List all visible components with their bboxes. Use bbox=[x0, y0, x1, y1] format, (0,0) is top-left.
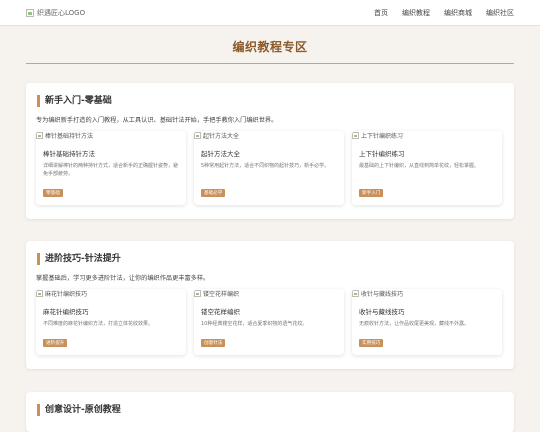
site-logo[interactable]: 织遇匠心LOGO bbox=[26, 8, 85, 18]
card-description: 最基础的上下针编织，从直线到简单花纹，轻松掌握。 bbox=[359, 163, 480, 169]
broken-image-icon bbox=[36, 132, 43, 139]
nav-item-community[interactable]: 编织社区 bbox=[486, 8, 514, 18]
card-description: 不同难度的麻花针编织方法，打造立体花纹效果。 bbox=[43, 321, 154, 327]
card-title[interactable]: 起针方法大全 bbox=[201, 148, 240, 158]
card-title[interactable]: 上下针编织练习 bbox=[359, 148, 405, 158]
tutorial-card[interactable]: 镂空花样编织 镂空花样编织 10种经典镂空花样，适合夏季织物的透气花纹。 创意针… bbox=[194, 289, 344, 355]
card-image: 镂空花样编织 bbox=[194, 289, 239, 298]
tutorial-card[interactable]: 上下针编织练习 上下针编织练习 最基础的上下针编织，从直线到简单花纹，轻松掌握。… bbox=[352, 131, 502, 205]
broken-image-icon bbox=[26, 8, 34, 17]
card-description: 10种经典镂空花样，适合夏季织物的透气花纹。 bbox=[201, 321, 308, 327]
tutorial-card[interactable]: 起针方法大全 起针方法大全 5种常用起针方法，适合不同织物的起针技巧，新手必学。… bbox=[194, 131, 344, 205]
image-alt-text: 棒针基础持针方法 bbox=[45, 133, 94, 140]
hero-banner: 编织教程专区 bbox=[0, 26, 540, 64]
broken-image-icon bbox=[352, 290, 359, 297]
section-creative: 创意设计-原创教程 bbox=[26, 392, 514, 432]
tutorial-card[interactable]: 麻花针编织技巧 麻花针编织技巧 不同难度的麻花针编织方法，打造立体花纹效果。 进… bbox=[36, 289, 186, 355]
card-list: 麻花针编织技巧 麻花针编织技巧 不同难度的麻花针编织方法，打造立体花纹效果。 进… bbox=[36, 289, 504, 355]
top-nav: 织遇匠心LOGO 首页 编织教程 编织商城 编织社区 bbox=[0, 0, 540, 26]
image-alt-text: 上下针编织练习 bbox=[361, 133, 404, 140]
card-tag: 进阶提升 bbox=[43, 339, 68, 347]
card-title[interactable]: 棒针基础持针方法 bbox=[43, 148, 95, 158]
card-image: 棒针基础持针方法 bbox=[36, 131, 93, 140]
nav-item-tutorials[interactable]: 编织教程 bbox=[402, 8, 430, 18]
card-description: 5种常用起针方法，适合不同织物的起针技巧，新手必学。 bbox=[201, 163, 330, 169]
card-image: 起针方法大全 bbox=[194, 131, 239, 140]
card-image: 麻花针编织技巧 bbox=[36, 289, 87, 298]
nav-item-home[interactable]: 首页 bbox=[374, 8, 388, 18]
section-title: 创意设计-原创教程 bbox=[37, 404, 504, 416]
nav-item-shop[interactable]: 编织商城 bbox=[444, 8, 472, 18]
card-image: 收针与藏线技巧 bbox=[352, 289, 403, 298]
tutorial-card[interactable]: 棒针基础持针方法 棒针基础持针方法 详细讲解棒针的两种持针方式，适合新手的正确握… bbox=[36, 131, 186, 205]
section-description: 掌握基础后，学习更多进阶针法，让你的编织作品更丰富多样。 bbox=[36, 275, 210, 282]
image-alt-text: 麻花针编织技巧 bbox=[45, 291, 88, 298]
tutorial-card[interactable]: 收针与藏线技巧 收针与藏线技巧 无痕收针方法，让作品收尾更美观，藏线不外露。 实… bbox=[352, 289, 502, 355]
logo-alt-text: 织遇匠心LOGO bbox=[37, 8, 86, 17]
broken-image-icon bbox=[352, 132, 359, 139]
card-image: 上下针编织练习 bbox=[352, 131, 403, 140]
image-alt-text: 镂空花样编织 bbox=[203, 291, 240, 298]
page-title: 编织教程专区 bbox=[232, 40, 308, 54]
broken-image-icon bbox=[194, 132, 201, 139]
broken-image-icon bbox=[36, 290, 43, 297]
card-title[interactable]: 镂空花样编织 bbox=[201, 306, 240, 316]
section-title: 新手入门-零基础 bbox=[37, 95, 504, 107]
section-advanced: 进阶技巧-针法提升 掌握基础后，学习更多进阶针法，让你的编织作品更丰富多样。 麻… bbox=[26, 241, 514, 369]
image-alt-text: 收针与藏线技巧 bbox=[361, 291, 404, 298]
card-description: 无痕收针方法，让作品收尾更美观，藏线不外露。 bbox=[359, 321, 470, 327]
title-divider bbox=[26, 63, 514, 64]
card-tag: 新手入门 bbox=[359, 189, 384, 197]
section-beginner: 新手入门-零基础 专为编织新手打造的入门教程，从工具认识、基础针法开始，手把手教… bbox=[26, 83, 514, 219]
image-alt-text: 起针方法大全 bbox=[203, 133, 240, 140]
card-title[interactable]: 收针与藏线技巧 bbox=[359, 306, 405, 316]
broken-image-icon bbox=[194, 290, 201, 297]
section-title: 进阶技巧-针法提升 bbox=[37, 253, 504, 265]
card-tag: 实用技巧 bbox=[359, 339, 384, 347]
card-tag: 零基础 bbox=[43, 189, 63, 197]
card-title[interactable]: 麻花针编织技巧 bbox=[43, 306, 89, 316]
card-list: 棒针基础持针方法 棒针基础持针方法 详细讲解棒针的两种持针方式，适合新手的正确握… bbox=[36, 131, 504, 205]
section-description: 专为编织新手打造的入门教程，从工具认识、基础针法开始，手把手教你入门编织世界。 bbox=[36, 117, 278, 124]
card-tag: 创意针法 bbox=[201, 339, 226, 347]
main-menu: 首页 编织教程 编织商城 编织社区 bbox=[374, 8, 514, 18]
card-tag: 基础必学 bbox=[201, 189, 226, 197]
card-description: 详细讲解棒针的两种持针方式，适合新手的正确握针姿势，避免手部疲劳。 bbox=[43, 163, 179, 177]
